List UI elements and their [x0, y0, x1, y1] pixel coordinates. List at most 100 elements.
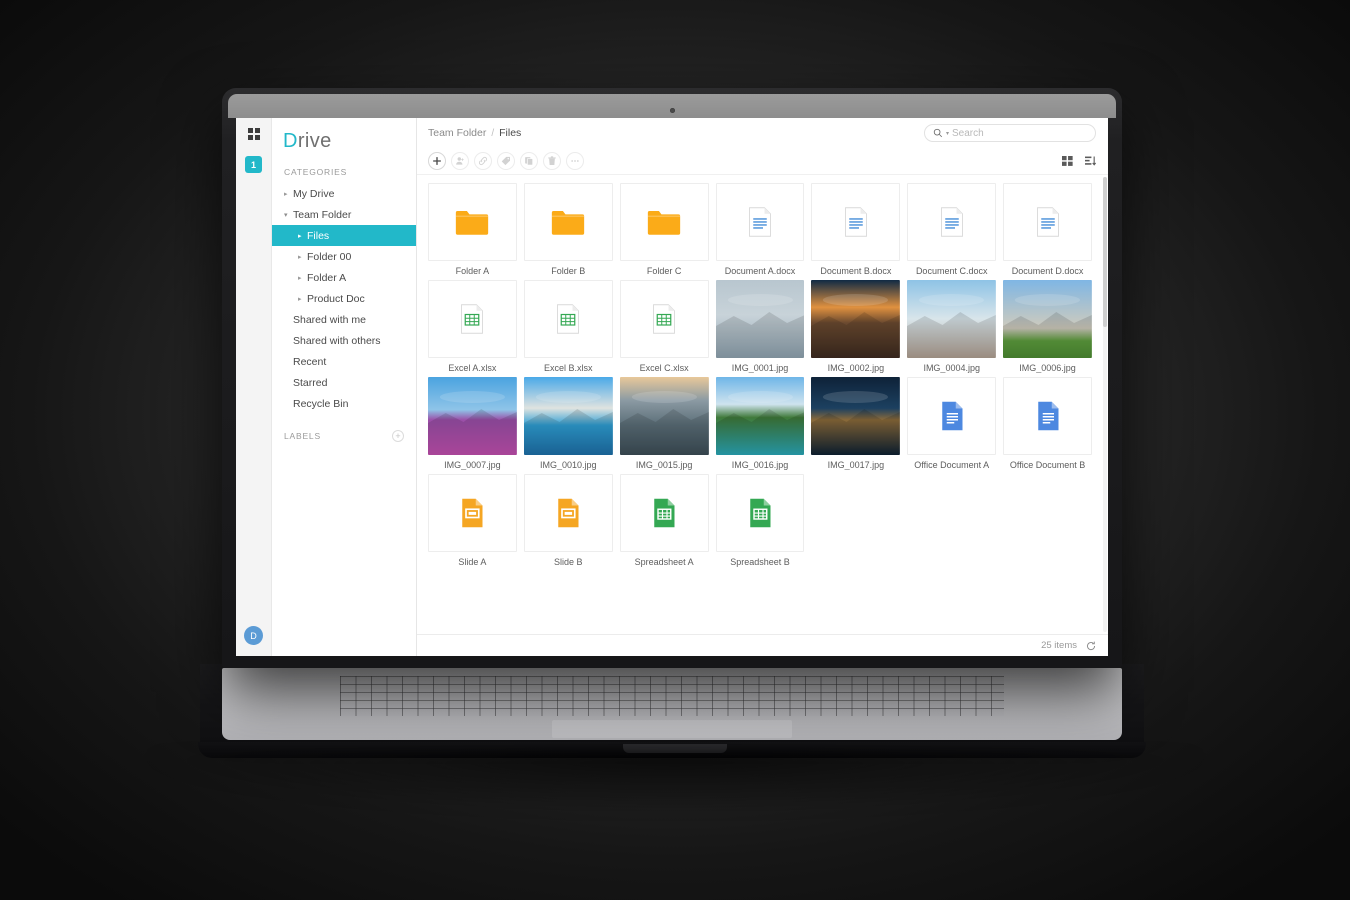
sidebar-item-recent[interactable]: Recent — [272, 351, 416, 372]
add-label-button[interactable]: + — [392, 430, 404, 442]
photo-thumbnail[interactable] — [619, 377, 709, 455]
labels-heading: LABELS — [284, 431, 321, 441]
file-tile[interactable]: Document A.docx — [715, 183, 805, 276]
office-document-icon[interactable] — [1003, 377, 1092, 455]
file-name-label: IMG_0006.jpg — [1019, 363, 1076, 373]
sidebar-item-label: Recycle Bin — [293, 397, 349, 410]
photo-thumbnail[interactable] — [811, 377, 901, 455]
file-name-label: Slide A — [458, 557, 487, 567]
file-tile[interactable]: IMG_0006.jpg — [1003, 280, 1092, 373]
file-tile[interactable]: Slide A — [428, 474, 517, 567]
sidebar-item-starred[interactable]: Starred — [272, 372, 416, 393]
grid-view-icon[interactable] — [1062, 155, 1073, 167]
file-tile[interactable]: IMG_0015.jpg — [619, 377, 709, 470]
file-tile[interactable]: Document D.docx — [1003, 183, 1092, 276]
refresh-icon[interactable] — [1086, 641, 1096, 651]
file-name-label: IMG_0001.jpg — [731, 363, 789, 373]
folder-icon[interactable] — [619, 183, 709, 261]
photo-thumbnail[interactable] — [715, 377, 805, 455]
excel-spreadsheet-icon[interactable] — [428, 280, 517, 358]
sidebar-item-label: Folder 00 — [307, 250, 352, 263]
chevron-right-icon[interactable]: ▸ — [298, 253, 307, 261]
sidebar-item-shared-with-me[interactable]: Shared with me — [272, 309, 416, 330]
sidebar-item-folder-a[interactable]: ▸ Folder A — [272, 267, 416, 288]
photo-thumbnail[interactable] — [715, 280, 805, 358]
file-tile[interactable]: IMG_0017.jpg — [811, 377, 901, 470]
sidebar-item-label: Product Doc — [307, 292, 365, 305]
sidebar-item-product-doc[interactable]: ▸ Product Doc — [272, 288, 416, 309]
word-document-icon[interactable] — [715, 183, 805, 261]
sidebar-item-my-drive[interactable]: ▸ My Drive — [272, 183, 416, 204]
chevron-right-icon[interactable]: ▸ — [298, 295, 307, 303]
spreadsheet-icon[interactable] — [619, 474, 709, 552]
file-name-label: IMG_0002.jpg — [827, 363, 885, 373]
photo-thumbnail[interactable] — [811, 280, 901, 358]
vertical-scrollbar[interactable] — [1103, 177, 1107, 632]
notification-badge[interactable]: 1 — [245, 156, 262, 173]
scrollbar-thumb[interactable] — [1103, 177, 1107, 327]
file-tile[interactable]: IMG_0010.jpg — [523, 377, 613, 470]
chevron-right-icon[interactable]: ▸ — [284, 190, 293, 198]
file-tile[interactable]: Office Document A — [907, 377, 997, 470]
file-tile[interactable]: IMG_0007.jpg — [428, 377, 517, 470]
file-tile[interactable]: IMG_0004.jpg — [907, 280, 997, 373]
search-input[interactable]: Search — [952, 128, 984, 139]
sidebar-item-label: Shared with others — [293, 334, 381, 347]
photo-thumbnail[interactable] — [428, 377, 517, 455]
file-tile[interactable]: Document B.docx — [811, 183, 901, 276]
folder-icon[interactable] — [523, 183, 613, 261]
lid-top-band — [228, 94, 1116, 118]
sidebar-item-folder-00[interactable]: ▸ Folder 00 — [272, 246, 416, 267]
file-tile[interactable]: Folder C — [619, 183, 709, 276]
word-document-icon[interactable] — [1003, 183, 1092, 261]
search-box[interactable]: ▾ Search — [924, 124, 1096, 142]
list-sort-icon[interactable] — [1085, 156, 1096, 167]
spreadsheet-icon[interactable] — [715, 474, 805, 552]
photo-thumbnail[interactable] — [907, 280, 997, 358]
excel-spreadsheet-icon[interactable] — [619, 280, 709, 358]
breadcrumb-parent[interactable]: Team Folder — [428, 127, 486, 139]
file-tile[interactable]: IMG_0016.jpg — [715, 377, 805, 470]
photo-thumbnail[interactable] — [1003, 280, 1092, 358]
file-tile[interactable]: Folder B — [523, 183, 613, 276]
file-tile[interactable]: Spreadsheet B — [715, 474, 805, 567]
word-document-icon[interactable] — [907, 183, 997, 261]
chevron-right-icon[interactable]: ▸ — [298, 232, 307, 240]
file-tile[interactable]: Excel A.xlsx — [428, 280, 517, 373]
file-name-label: Folder A — [455, 266, 490, 276]
chevron-right-icon[interactable]: ▸ — [298, 274, 307, 282]
excel-spreadsheet-icon[interactable] — [523, 280, 613, 358]
chevron-down-icon[interactable]: ▾ — [284, 211, 293, 219]
file-grid: Folder A Folder B Folder C Document A.docx D… — [417, 175, 1108, 575]
breadcrumb-current[interactable]: Files — [499, 127, 521, 139]
copy-button — [520, 152, 538, 170]
file-tile[interactable]: IMG_0002.jpg — [811, 280, 901, 373]
file-name-label: Excel B.xlsx — [544, 363, 593, 373]
file-name-label: IMG_0017.jpg — [827, 460, 885, 470]
sidebar-item-files[interactable]: ▸ Files — [272, 225, 416, 246]
file-tile[interactable]: Folder A — [428, 183, 517, 276]
new-button[interactable] — [428, 152, 446, 170]
sidebar-item-recycle-bin[interactable]: Recycle Bin — [272, 393, 416, 414]
file-tile[interactable]: IMG_0001.jpg — [715, 280, 805, 373]
word-document-icon[interactable] — [811, 183, 901, 261]
file-name-label: Document B.docx — [820, 266, 892, 276]
apps-grid-icon[interactable] — [247, 128, 260, 140]
file-tile[interactable]: Excel C.xlsx — [619, 280, 709, 373]
file-tile[interactable]: Office Document B — [1003, 377, 1092, 470]
search-scope-caret-icon[interactable]: ▾ — [946, 130, 949, 137]
slides-icon[interactable] — [428, 474, 517, 552]
file-tile[interactable]: Excel B.xlsx — [523, 280, 613, 373]
folder-icon[interactable] — [428, 183, 517, 261]
photo-thumbnail[interactable] — [523, 377, 613, 455]
avatar[interactable]: D — [244, 626, 263, 645]
sidebar-item-shared-with-others[interactable]: Shared with others — [272, 330, 416, 351]
sidebar-item-team-folder[interactable]: ▾ Team Folder — [272, 204, 416, 225]
office-document-icon[interactable] — [907, 377, 997, 455]
file-tile[interactable]: Document C.docx — [907, 183, 997, 276]
file-tile[interactable]: Spreadsheet A — [619, 474, 709, 567]
laptop-lid: 1 D Drive CATEGORIES ▸ My Drive ▾ Team Fold… — [222, 88, 1122, 668]
slides-icon[interactable] — [523, 474, 613, 552]
file-tile[interactable]: Slide B — [523, 474, 613, 567]
top-bar: Team Folder / Files ▾ Search — [417, 118, 1108, 148]
